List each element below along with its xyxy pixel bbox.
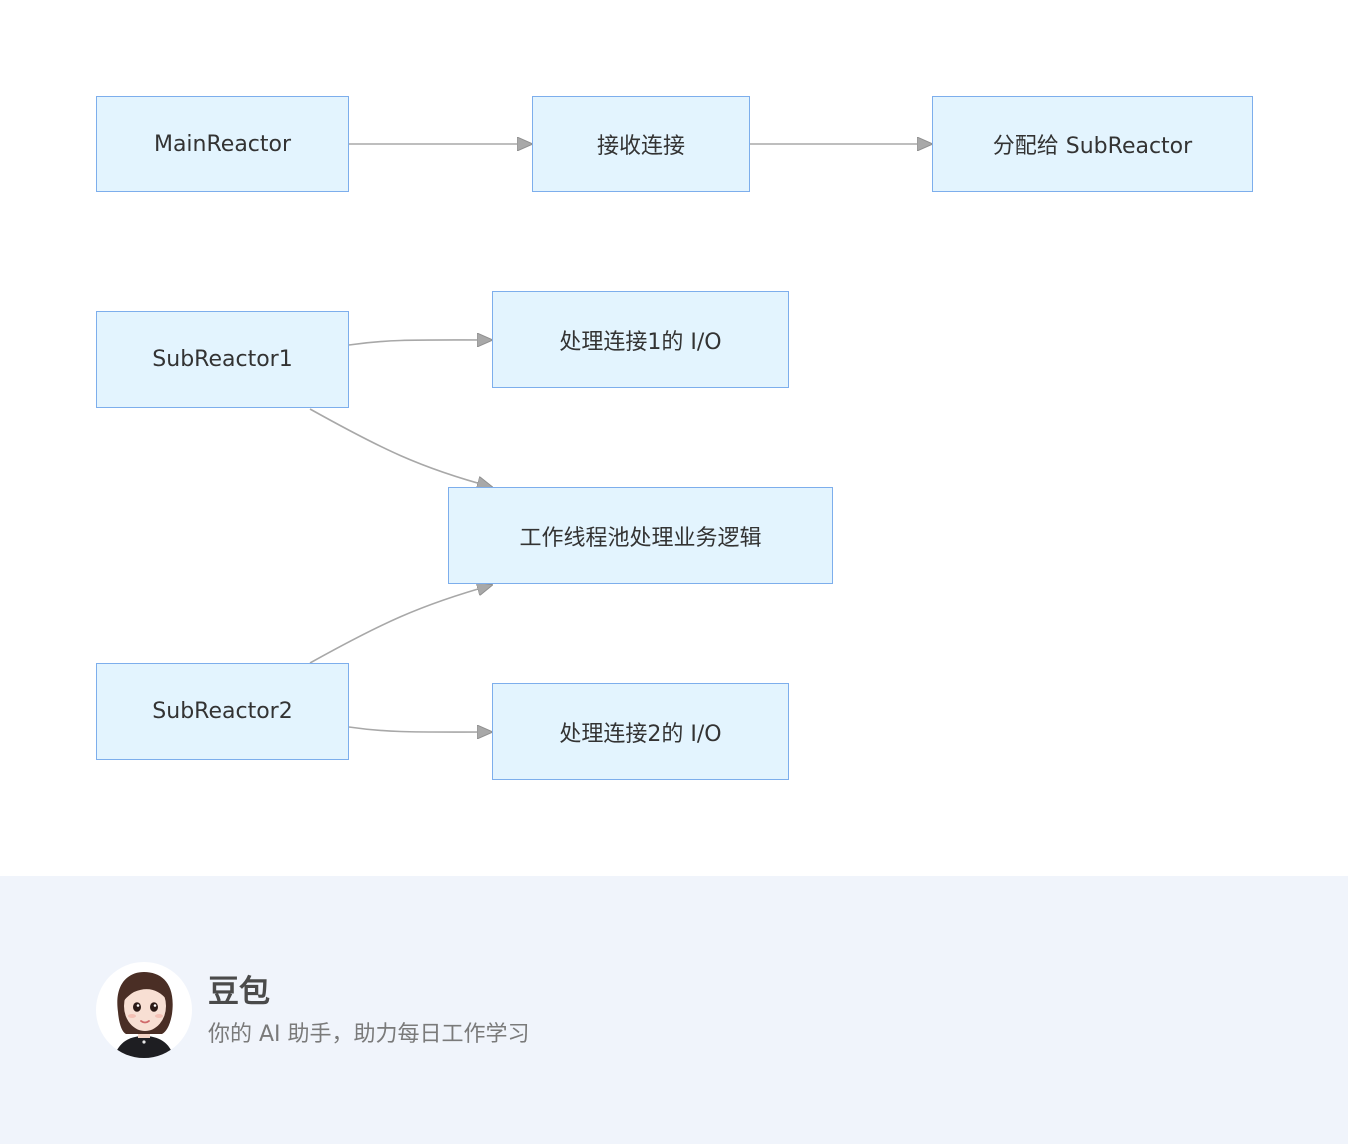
node-accept-connection: 接收连接 [532, 96, 750, 192]
node-main-reactor: MainReactor [96, 96, 349, 192]
edge-subreactor2-to-worker [309, 585, 492, 664]
node-label: 处理连接1的 I/O [559, 329, 722, 355]
edge-subreactor1-to-io1 [348, 340, 492, 345]
node-label: MainReactor [153, 131, 292, 157]
brand-tagline: 你的 AI 助手，助力每日工作学习 [208, 1022, 530, 1047]
node-io-connection-1: 处理连接1的 I/O [492, 291, 789, 388]
node-label: 分配给 SubReactor [992, 134, 1193, 159]
brand-name: 豆包 [208, 974, 270, 1010]
node-label: SubReactor2 [152, 699, 293, 724]
node-worker-pool: 工作线程池处理业务逻辑 [448, 487, 833, 584]
node-label: SubReactor1 [152, 347, 293, 372]
node-label: 处理连接2的 I/O [559, 721, 722, 747]
node-io-connection-2: 处理连接2的 I/O [492, 683, 789, 780]
node-label: 工作线程池处理业务逻辑 [519, 525, 762, 551]
node-label: 接收连接 [596, 134, 685, 159]
node-sub-reactor-2: SubReactor2 [96, 663, 349, 760]
doubao-avatar-icon [96, 962, 192, 1058]
flowchart: MainReactor 接收连接 分配给 SubReactor SubReact… [0, 0, 1348, 876]
edge-subreactor1-to-worker [309, 408, 492, 487]
node-dispatch-subreactor: 分配给 SubReactor [932, 96, 1253, 192]
node-sub-reactor-1: SubReactor1 [96, 311, 349, 408]
edge-subreactor2-to-io2 [348, 727, 492, 732]
branding-footer: 豆包 你的 AI 助手，助力每日工作学习 [0, 876, 1348, 1144]
